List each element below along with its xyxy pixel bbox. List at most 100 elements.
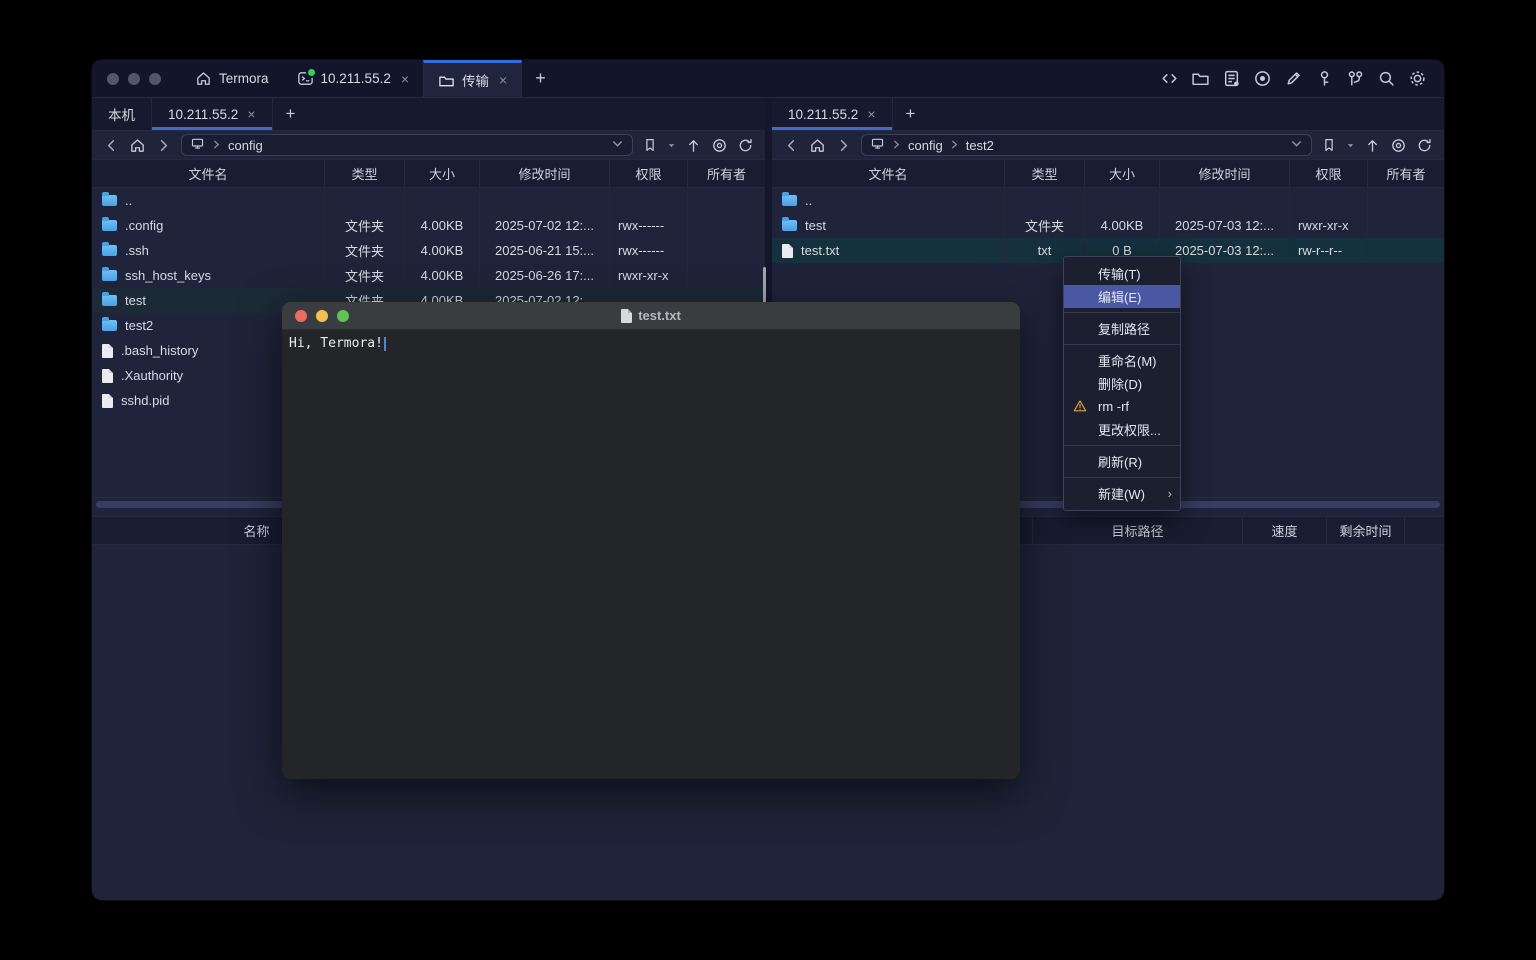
close-tab-icon[interactable]: × [867,107,875,121]
window-controls[interactable] [92,60,181,97]
tab-local[interactable]: 本机 [92,98,152,130]
tab-transfer[interactable]: 传输 × [423,60,522,97]
menu-item-rm-rf[interactable]: rm -rf [1064,395,1180,418]
home-icon[interactable] [809,137,826,154]
key-icon[interactable] [1315,69,1334,88]
column-header-speed[interactable]: 速度 [1243,517,1327,544]
close-tab-icon[interactable]: × [499,73,507,87]
file-type: 文件夹 [325,238,405,263]
menu-item-copy-path[interactable]: 复制路径 [1064,317,1180,340]
column-header-type[interactable]: 类型 [1005,160,1085,187]
column-header-type[interactable]: 类型 [325,160,405,187]
back-icon[interactable] [103,137,120,154]
keychain-icon[interactable] [1346,69,1365,88]
close-window-button[interactable] [295,310,307,322]
scrollbar-thumb[interactable] [763,267,766,303]
column-header-modified[interactable]: 修改时间 [1160,160,1290,187]
home-icon [195,70,212,87]
right-path-input[interactable]: config test2 [861,134,1312,156]
file-row[interactable]: test 文件夹 4.00KB 2025-07-03 12:... rwxr-x… [772,213,1444,238]
file-name: sshd.pid [121,393,169,408]
chevron-down-icon[interactable] [611,137,624,153]
show-hidden-files-icon[interactable] [1390,137,1407,154]
edit-icon[interactable] [1284,69,1303,88]
menu-item-refresh[interactable]: 刷新(R) [1064,450,1180,473]
chevron-down-icon[interactable] [1290,137,1303,153]
forward-icon[interactable] [835,137,852,154]
new-tab-button[interactable]: + [522,60,559,97]
search-icon[interactable] [1377,69,1396,88]
column-header-perm[interactable]: 权限 [610,160,688,187]
menu-item-edit[interactable]: 编辑(E) [1064,285,1180,308]
file-owner [1368,188,1444,213]
home-icon[interactable] [129,137,146,154]
bookmark-icon[interactable] [1321,137,1337,153]
menu-item-transfer[interactable]: 传输(T) [1064,262,1180,285]
upload-icon[interactable] [685,137,702,154]
column-header-size[interactable]: 大小 [405,160,480,187]
refresh-icon[interactable] [1416,137,1433,154]
back-icon[interactable] [783,137,800,154]
add-panel-tab-button[interactable]: + [893,98,929,130]
column-header-name[interactable]: 文件名 [92,160,325,187]
file-modified [480,188,610,213]
column-header-perm[interactable]: 权限 [1290,160,1368,187]
close-window-button[interactable] [107,73,119,85]
column-header-remaining[interactable]: 剩余时间 [1327,517,1405,544]
menu-item-delete[interactable]: 删除(D) [1064,372,1180,395]
tab-remote-session[interactable]: 10.211.55.2 × [772,98,893,130]
menu-separator [1064,344,1180,345]
menu-item-chmod[interactable]: 更改权限... [1064,418,1180,441]
column-header-owner[interactable]: 所有者 [1368,160,1444,187]
column-header-size[interactable]: 大小 [1085,160,1160,187]
bookmark-caret-icon[interactable] [667,141,676,150]
minimize-window-button[interactable] [316,310,328,322]
add-panel-tab-button[interactable]: + [273,98,309,130]
refresh-icon[interactable] [737,137,754,154]
folder-icon [102,220,117,231]
tab-termora-home[interactable]: Termora [181,60,283,97]
column-header-owner[interactable]: 所有者 [688,160,765,187]
log-icon[interactable] [1222,69,1241,88]
maximize-window-button[interactable] [149,73,161,85]
menu-item-rename[interactable]: 重命名(M) [1064,349,1180,372]
column-header-modified[interactable]: 修改时间 [480,160,610,187]
record-icon[interactable] [1253,69,1272,88]
close-tab-icon[interactable]: × [401,72,409,86]
column-header-name[interactable]: 文件名 [772,160,1005,187]
editor-content[interactable]: Hi, Termora! [282,330,1020,779]
terminal-icon [297,70,314,87]
breadcrumb-segment[interactable]: test2 [966,138,994,153]
file-perm [610,188,688,213]
breadcrumb-segment[interactable]: config [908,138,943,153]
minimize-window-button[interactable] [128,73,140,85]
right-panel-tabs: 10.211.55.2 × + [772,98,1444,131]
tab-ssh-session[interactable]: 10.211.55.2 × [283,60,424,97]
file-row[interactable]: .config 文件夹 4.00KB 2025-07-02 12:... rwx… [92,213,765,238]
file-row[interactable]: .. [92,188,765,213]
left-path-input[interactable]: config [181,134,633,156]
file-row[interactable]: .ssh 文件夹 4.00KB 2025-06-21 15:... rwx---… [92,238,765,263]
breadcrumb-segment[interactable]: config [228,138,263,153]
file-name: .bash_history [121,343,198,358]
folder-icon[interactable] [1191,69,1210,88]
tab-remote-session[interactable]: 10.211.55.2 × [152,98,273,130]
forward-icon[interactable] [155,137,172,154]
left-panel-tabs: 本机 10.211.55.2 × + [92,98,765,131]
upload-icon[interactable] [1364,137,1381,154]
close-tab-icon[interactable]: × [247,107,255,121]
file-row[interactable]: .. [772,188,1444,213]
menu-item-new[interactable]: 新建(W) › [1064,482,1180,505]
settings-gear-icon[interactable] [1408,69,1427,88]
bookmark-icon[interactable] [642,137,658,153]
editor-titlebar[interactable]: test.txt [282,302,1020,330]
column-header-target-path[interactable]: 目标路径 [1033,517,1243,544]
bookmark-caret-icon[interactable] [1346,141,1355,150]
code-snippets-icon[interactable] [1160,69,1179,88]
maximize-window-button[interactable] [337,310,349,322]
file-row[interactable]: ssh_host_keys 文件夹 4.00KB 2025-06-26 17:.… [92,263,765,288]
editor-window-controls[interactable] [282,310,349,322]
file-modified: 2025-06-26 17:... [480,263,610,288]
show-hidden-files-icon[interactable] [711,137,728,154]
context-menu: 传输(T) 编辑(E) 复制路径 重命名(M) 删除(D) rm -rf 更改权… [1063,256,1181,511]
